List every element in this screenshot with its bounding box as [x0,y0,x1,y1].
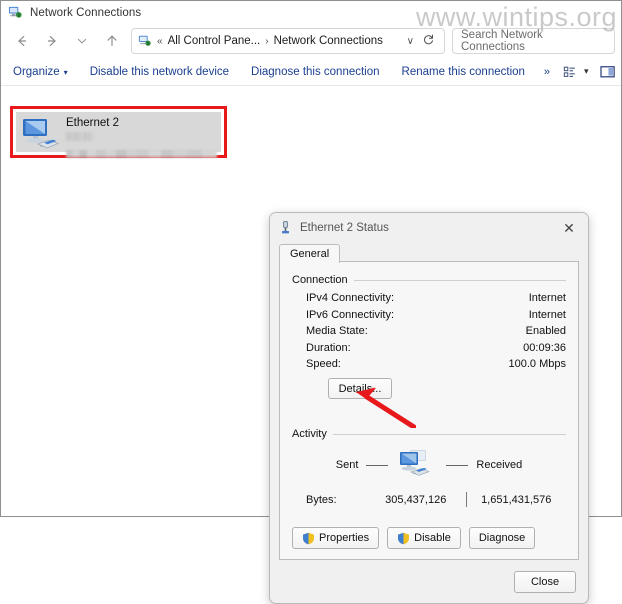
table-row: Speed: 100.0 Mbps [292,358,566,370]
view-layout-icon[interactable] [558,65,582,79]
close-button[interactable]: Close [514,571,576,593]
ipv6-connectivity-label: IPv6 Connectivity: [306,308,395,321]
ipv6-connectivity-value: Internet [528,308,566,321]
list-item-name: Ethernet 2 [66,117,120,129]
up-icon[interactable] [97,27,127,55]
connection-group-title: Connection [292,274,348,286]
refresh-icon[interactable] [419,33,438,49]
dialog-title-text: Ethernet 2 Status [300,221,389,234]
watermark: www.wintips.org [415,2,617,32]
connection-rows: IPv4 Connectivity: Internet IPv6 Connect… [292,292,566,404]
sent-label: Sent [335,459,359,471]
details-button-row: Details... [292,378,566,404]
ethernet-status-dialog: Ethernet 2 Status ✕ General Connection I… [269,212,589,604]
sent-dash [366,464,389,466]
bytes-received-value: 1,651,431,576 [481,493,552,506]
network-adapter-icon [20,115,62,157]
ipv4-connectivity-label: IPv4 Connectivity: [306,292,395,304]
table-row: IPv6 Connectivity: Internet [292,309,566,321]
diagnose-connection-button[interactable]: Diagnose this connection [240,66,391,78]
view-chevron-down-icon[interactable]: ▾ [582,66,595,77]
received-label: Received [476,459,523,471]
speed-value: 100.0 Mbps [508,358,566,370]
speed-label: Speed: [306,358,341,370]
list-item-detail-blurred-2 [66,150,217,158]
dialog-tab-strip: General [279,242,579,263]
list-item-detail-blurred-1 [66,132,94,141]
back-icon[interactable] [7,27,37,55]
bytes-row: Bytes: 305,437,126 1,651,431,576 [292,492,566,507]
uac-shield-icon [397,532,410,545]
list-item[interactable]: Ethernet 2 [16,112,221,158]
breadcrumb-item-all-control-panel[interactable]: All Control Pane... [168,35,261,47]
dialog-footer: Close [514,571,576,593]
network-connections-window: Network Connections « All Control Pane..… [0,0,622,604]
activity-group-title: Activity [292,428,327,440]
address-bar[interactable]: « All Control Pane... › Network Connecti… [131,28,445,54]
duration-label: Duration: [306,341,351,354]
breadcrumb-item-network-connections[interactable]: Network Connections [274,35,383,47]
bytes-label: Bytes: [306,493,337,506]
network-connections-icon [8,5,23,20]
media-state-label: Media State: [306,325,368,337]
chevron-down-icon: ▾ [63,67,68,77]
activity-group-header: Activity [292,428,566,440]
activity-group: Activity Sent Received Bytes: 305,437,12… [292,428,566,507]
activity-computers-icon [396,448,438,482]
close-icon[interactable]: ✕ [554,215,584,241]
network-status-icon [279,220,292,235]
disable-network-device-button[interactable]: Disable this network device [79,66,240,78]
media-state-value: Enabled [525,325,566,337]
tab-general[interactable]: General [279,244,341,263]
ethernet-2-highlight-box: Ethernet 2 [10,106,227,158]
dialog-action-buttons: Properties Disable Diagnose [292,527,566,549]
connection-group-header: Connection [292,274,566,286]
group-divider [332,433,566,435]
dialog-tab-page: Connection IPv4 Connectivity: Internet I… [279,261,579,560]
diagnose-button[interactable]: Diagnose [468,527,536,549]
connection-group: Connection IPv4 Connectivity: Internet I… [292,274,566,404]
disable-label: Disable [414,532,451,544]
overflow-chevrons-icon[interactable]: » [536,66,558,78]
breadcrumb: « All Control Pane... › Network Connecti… [157,35,402,47]
table-row: IPv4 Connectivity: Internet [292,292,566,304]
organize-label: Organize [13,65,60,78]
duration-value: 00:09:36 [523,341,566,354]
control-panel-icon [138,34,152,48]
organize-button[interactable]: Organize ▾ [11,66,79,78]
connections-list-area: Ethernet 2 Ethernet 2 Status ✕ General C… [2,99,620,604]
recent-locations-chevron-down-icon[interactable] [67,27,97,55]
ipv4-connectivity-value: Internet [528,292,566,304]
list-item-text: Ethernet 2 [66,115,217,158]
table-row: Duration: 00:09:36 [292,342,566,354]
group-divider [353,279,566,281]
forward-icon[interactable] [37,27,67,55]
table-row: Media State: Enabled [292,325,566,337]
dialog-title-bar: Ethernet 2 Status ✕ [270,213,588,242]
received-dash [446,464,469,466]
details-button[interactable]: Details... [328,378,392,399]
breadcrumb-separator: › [265,35,269,47]
properties-label: Properties [319,532,370,544]
address-chevron-down-icon[interactable]: ∨ [402,36,419,47]
uac-shield-icon [302,532,315,545]
disable-button[interactable]: Disable [387,527,461,549]
breadcrumb-overflow[interactable]: « [157,36,163,47]
command-bar: Organize ▾ Disable this network device Di… [1,58,621,86]
bytes-sent-value: 305,437,126 [385,493,447,506]
window-title-text: Network Connections [30,6,142,19]
properties-button[interactable]: Properties [292,527,380,549]
activity-graphic: Sent Received [292,444,566,486]
rename-connection-button[interactable]: Rename this connection [391,66,536,78]
preview-pane-icon[interactable] [595,65,621,79]
